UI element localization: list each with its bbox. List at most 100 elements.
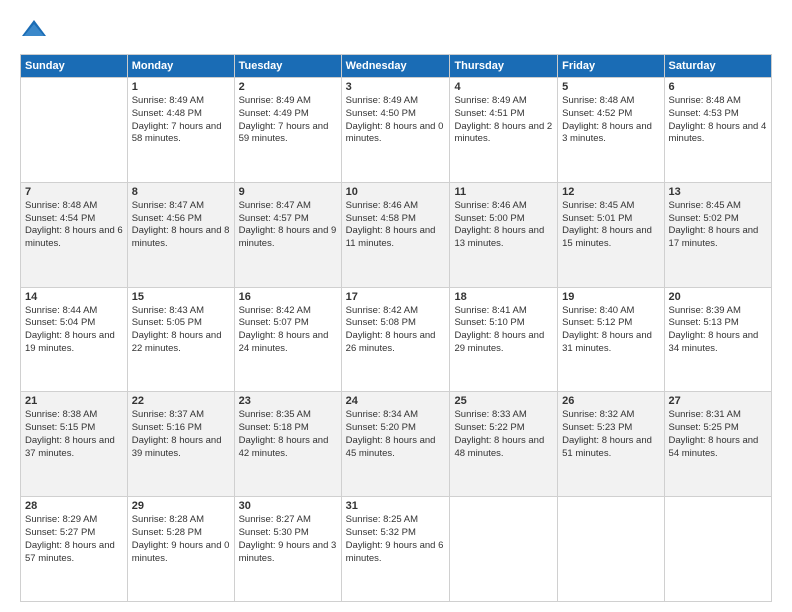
day-details: Sunrise: 8:25 AM Sunset: 5:32 PM Dayligh… <box>346 514 446 565</box>
day-details: Sunrise: 8:41 AM Sunset: 5:10 PM Dayligh… <box>454 305 553 356</box>
calendar-table: SundayMondayTuesdayWednesdayThursdayFrid… <box>20 54 772 602</box>
day-number: 9 <box>239 186 337 198</box>
day-number: 31 <box>346 500 446 512</box>
day-details: Sunrise: 8:46 AM Sunset: 4:58 PM Dayligh… <box>346 200 446 251</box>
calendar-cell <box>558 497 664 602</box>
day-number: 21 <box>25 395 123 407</box>
calendar-week-1: 1 Sunrise: 8:49 AM Sunset: 4:48 PM Daylig… <box>21 78 772 183</box>
day-number: 28 <box>25 500 123 512</box>
calendar-cell: 4 Sunrise: 8:49 AM Sunset: 4:51 PM Daylig… <box>450 78 558 183</box>
day-details: Sunrise: 8:49 AM Sunset: 4:49 PM Dayligh… <box>239 95 337 146</box>
day-number: 3 <box>346 81 446 93</box>
calendar-header-row: SundayMondayTuesdayWednesdayThursdayFrid… <box>21 55 772 78</box>
day-details: Sunrise: 8:46 AM Sunset: 5:00 PM Dayligh… <box>454 200 553 251</box>
day-details: Sunrise: 8:47 AM Sunset: 4:56 PM Dayligh… <box>132 200 230 251</box>
day-number: 8 <box>132 186 230 198</box>
day-number: 25 <box>454 395 553 407</box>
calendar-cell: 26 Sunrise: 8:32 AM Sunset: 5:23 PM Dayli… <box>558 392 664 497</box>
day-number: 13 <box>669 186 767 198</box>
calendar-cell: 17Sunrise: 8:42 AM Sunset: 5:08 PM Dayli… <box>341 287 450 392</box>
day-number: 12 <box>562 186 659 198</box>
day-details: Sunrise: 8:48 AM Sunset: 4:53 PM Dayligh… <box>669 95 767 146</box>
day-number: 2 <box>239 81 337 93</box>
day-details: Sunrise: 8:27 AM Sunset: 5:30 PM Dayligh… <box>239 514 337 565</box>
day-details: Sunrise: 8:28 AM Sunset: 5:28 PM Dayligh… <box>132 514 230 565</box>
calendar-cell: 7 Sunrise: 8:48 AM Sunset: 4:54 PM Daylig… <box>21 182 128 287</box>
day-details: Sunrise: 8:45 AM Sunset: 5:01 PM Dayligh… <box>562 200 659 251</box>
day-number: 20 <box>669 291 767 303</box>
day-details: Sunrise: 8:42 AM Sunset: 5:08 PM Dayligh… <box>346 305 446 356</box>
day-details: Sunrise: 8:49 AM Sunset: 4:51 PM Dayligh… <box>454 95 553 146</box>
day-number: 15 <box>132 291 230 303</box>
calendar-cell: 20 Sunrise: 8:39 AM Sunset: 5:13 PM Dayli… <box>664 287 771 392</box>
day-header-wednesday: Wednesday <box>341 55 450 78</box>
day-details: Sunrise: 8:42 AM Sunset: 5:07 PM Dayligh… <box>239 305 337 356</box>
calendar-cell: 19Sunrise: 8:40 AM Sunset: 5:12 PM Dayli… <box>558 287 664 392</box>
header <box>20 16 772 44</box>
day-number: 4 <box>454 81 553 93</box>
calendar-cell: 22 Sunrise: 8:37 AM Sunset: 5:16 PM Dayli… <box>127 392 234 497</box>
day-number: 23 <box>239 395 337 407</box>
day-details: Sunrise: 8:49 AM Sunset: 4:50 PM Dayligh… <box>346 95 446 146</box>
calendar-cell: 10Sunrise: 8:46 AM Sunset: 4:58 PM Dayli… <box>341 182 450 287</box>
day-number: 30 <box>239 500 337 512</box>
day-number: 16 <box>239 291 337 303</box>
day-details: Sunrise: 8:29 AM Sunset: 5:27 PM Dayligh… <box>25 514 123 565</box>
calendar-cell: 28 Sunrise: 8:29 AM Sunset: 5:27 PM Dayli… <box>21 497 128 602</box>
day-details: Sunrise: 8:49 AM Sunset: 4:48 PM Dayligh… <box>132 95 230 146</box>
calendar-week-4: 21 Sunrise: 8:38 AM Sunset: 5:15 PM Dayli… <box>21 392 772 497</box>
calendar-week-2: 7 Sunrise: 8:48 AM Sunset: 4:54 PM Daylig… <box>21 182 772 287</box>
day-header-saturday: Saturday <box>664 55 771 78</box>
day-details: Sunrise: 8:39 AM Sunset: 5:13 PM Dayligh… <box>669 305 767 356</box>
day-number: 19 <box>562 291 659 303</box>
day-details: Sunrise: 8:38 AM Sunset: 5:15 PM Dayligh… <box>25 409 123 460</box>
day-details: Sunrise: 8:47 AM Sunset: 4:57 PM Dayligh… <box>239 200 337 251</box>
calendar-cell: 5 Sunrise: 8:48 AM Sunset: 4:52 PM Daylig… <box>558 78 664 183</box>
calendar-cell: 18Sunrise: 8:41 AM Sunset: 5:10 PM Dayli… <box>450 287 558 392</box>
calendar-cell: 6 Sunrise: 8:48 AM Sunset: 4:53 PM Daylig… <box>664 78 771 183</box>
calendar-cell: 21 Sunrise: 8:38 AM Sunset: 5:15 PM Dayli… <box>21 392 128 497</box>
day-details: Sunrise: 8:48 AM Sunset: 4:52 PM Dayligh… <box>562 95 659 146</box>
day-details: Sunrise: 8:45 AM Sunset: 5:02 PM Dayligh… <box>669 200 767 251</box>
calendar-cell: 13 Sunrise: 8:45 AM Sunset: 5:02 PM Dayli… <box>664 182 771 287</box>
calendar-cell: 27Sunrise: 8:31 AM Sunset: 5:25 PM Dayli… <box>664 392 771 497</box>
day-number: 1 <box>132 81 230 93</box>
calendar-cell: 30 Sunrise: 8:27 AM Sunset: 5:30 PM Dayli… <box>234 497 341 602</box>
calendar-cell <box>450 497 558 602</box>
day-header-sunday: Sunday <box>21 55 128 78</box>
calendar-cell: 11 Sunrise: 8:46 AM Sunset: 5:00 PM Dayli… <box>450 182 558 287</box>
day-number: 22 <box>132 395 230 407</box>
logo <box>20 16 52 44</box>
day-details: Sunrise: 8:48 AM Sunset: 4:54 PM Dayligh… <box>25 200 123 251</box>
calendar-cell: 15Sunrise: 8:43 AM Sunset: 5:05 PM Dayli… <box>127 287 234 392</box>
day-header-monday: Monday <box>127 55 234 78</box>
calendar-cell: 23Sunrise: 8:35 AM Sunset: 5:18 PM Dayli… <box>234 392 341 497</box>
calendar-cell: 16 Sunrise: 8:42 AM Sunset: 5:07 PM Dayli… <box>234 287 341 392</box>
day-number: 29 <box>132 500 230 512</box>
calendar-cell: 3 Sunrise: 8:49 AM Sunset: 4:50 PM Daylig… <box>341 78 450 183</box>
page: SundayMondayTuesdayWednesdayThursdayFrid… <box>0 0 792 612</box>
day-number: 27 <box>669 395 767 407</box>
day-number: 24 <box>346 395 446 407</box>
day-number: 6 <box>669 81 767 93</box>
day-number: 7 <box>25 186 123 198</box>
day-details: Sunrise: 8:32 AM Sunset: 5:23 PM Dayligh… <box>562 409 659 460</box>
calendar-cell: 25 Sunrise: 8:33 AM Sunset: 5:22 PM Dayli… <box>450 392 558 497</box>
day-number: 26 <box>562 395 659 407</box>
calendar-cell: 8 Sunrise: 8:47 AM Sunset: 4:56 PM Daylig… <box>127 182 234 287</box>
calendar-cell <box>21 78 128 183</box>
calendar-cell <box>664 497 771 602</box>
calendar-cell: 31 Sunrise: 8:25 AM Sunset: 5:32 PM Dayli… <box>341 497 450 602</box>
calendar-cell: 12 Sunrise: 8:45 AM Sunset: 5:01 PM Dayli… <box>558 182 664 287</box>
calendar-cell: 29 Sunrise: 8:28 AM Sunset: 5:28 PM Dayli… <box>127 497 234 602</box>
day-details: Sunrise: 8:44 AM Sunset: 5:04 PM Dayligh… <box>25 305 123 356</box>
day-number: 14 <box>25 291 123 303</box>
day-details: Sunrise: 8:37 AM Sunset: 5:16 PM Dayligh… <box>132 409 230 460</box>
calendar-cell: 2 Sunrise: 8:49 AM Sunset: 4:49 PM Daylig… <box>234 78 341 183</box>
day-number: 5 <box>562 81 659 93</box>
calendar-cell: 24Sunrise: 8:34 AM Sunset: 5:20 PM Dayli… <box>341 392 450 497</box>
calendar-cell: 14 Sunrise: 8:44 AM Sunset: 5:04 PM Dayli… <box>21 287 128 392</box>
day-details: Sunrise: 8:33 AM Sunset: 5:22 PM Dayligh… <box>454 409 553 460</box>
day-number: 11 <box>454 186 553 198</box>
calendar-week-3: 14 Sunrise: 8:44 AM Sunset: 5:04 PM Dayli… <box>21 287 772 392</box>
